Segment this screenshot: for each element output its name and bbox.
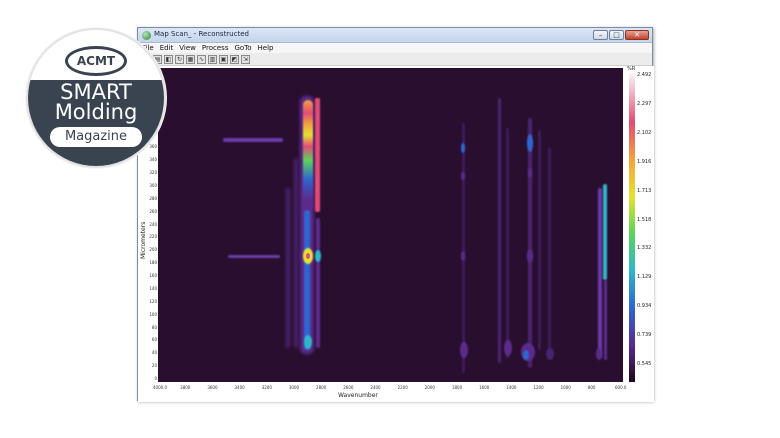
menu-goto[interactable]: GoTo [234,43,251,53]
colorbar-tick-label: 1.129 [637,274,652,281]
x-tick-label: 2000 [424,385,435,390]
map-icon[interactable]: ▦ [186,55,195,64]
colorbar-tick-label: 1.518 [637,216,652,223]
y-tick-label: 100 [149,311,157,317]
overlay-icon[interactable]: ◩ [230,55,239,64]
y-tick-label: 240 [149,221,157,227]
minimize-button[interactable]: – [593,30,608,40]
y-tick-label: 260 [149,208,157,214]
x-tick-label: 3000 [288,385,300,390]
x-tick-label: 4000.0 [153,385,167,390]
maximize-button[interactable]: □ [609,30,624,40]
window-title: Map Scan_ - Reconstructed [154,30,249,38]
colorbar [629,73,635,382]
refresh-icon[interactable]: ↻ [175,55,184,64]
x-tick-label: 2800 [316,385,327,390]
y-tick-label: 280 [149,195,157,201]
colorbar-tick-label: 2.492 [637,72,652,78]
toolbar: ▭ ▤ ◧ ↻ ▦ ∿ ▥ ▣ ◩ ⇲ [138,53,652,66]
x-tick-label: 2200 [397,385,408,390]
y-tick-label: 220 [149,234,157,240]
colorbar-tick-label: 2.297 [637,100,652,107]
y-tick-label: 60 [151,337,157,343]
map-image [223,96,607,373]
colorbar-tick-label: 1.916 [637,158,652,165]
y-tick-label: 20 [151,363,157,369]
x-axis-label: Wavenumber [338,392,378,399]
y-tick-label: 0 [154,376,157,381]
x-tick-label: 1200 [533,385,544,390]
y-tick-label: 320 [149,170,157,176]
acmt-smart-molding-badge: ACMT SMART Molding Magazine [26,28,166,168]
x-tick-label: 2400 [370,385,381,390]
x-tick-label: 800 [587,385,596,390]
x-tick-label: 1400 [506,385,517,390]
x-tick-label: 1600 [479,385,490,390]
y-tick-label: 300 [149,182,157,188]
histogram-icon[interactable]: ▥ [208,55,217,64]
menu-view[interactable]: View [179,43,196,53]
title-bar[interactable]: Map Scan_ - Reconstructed – □ ✕ [138,28,652,43]
close-button[interactable]: ✕ [625,30,649,40]
x-tick-label: 3800 [180,385,191,390]
y-tick-label: 80 [151,324,157,330]
plot-frame: Micrometers 4604404204003803603403203002… [138,66,654,402]
x-tick-label: 3400 [234,385,245,390]
menu-bar: File Edit View Process GoTo Help [138,43,652,53]
y-tick-label: 180 [149,260,157,266]
y-tick-label: 40 [151,350,157,356]
y-tick-label: 120 [149,298,157,304]
y-tick-label: 140 [149,285,157,291]
view-icon[interactable]: ◧ [164,55,173,64]
spectrum-icon[interactable]: ∿ [197,55,206,64]
x-tick-label: 600.0 [615,385,627,390]
colorbar-tick-label: 1.713 [637,187,652,194]
badge-molding-text: Molding [54,100,138,124]
menu-process[interactable]: Process [202,43,229,53]
x-tick-label: 2600 [343,385,354,390]
badge-magazine-text: Magazine [64,129,128,144]
chemical-map[interactable] [158,68,623,382]
y-tick-label: 200 [149,247,157,253]
colorbar-tick-label: 0.545 [637,361,652,367]
x-tick-label: 1800 [451,385,463,390]
x-tick-label: 3200 [261,385,272,390]
colorbar-tick-label: 0.739 [637,332,652,339]
map-scan-window: Map Scan_ - Reconstructed – □ ✕ File Edi… [137,27,654,402]
colorbar-tick-label: 0.934 [637,303,652,310]
menu-help[interactable]: Help [258,43,274,53]
export-icon[interactable]: ⇲ [241,55,250,64]
colorbar-tick-label: 2.102 [637,129,652,136]
window-controls: – □ ✕ [593,30,649,40]
table-icon[interactable]: ▣ [219,55,228,64]
x-tick-label: 1000 [560,385,571,390]
menu-edit[interactable]: Edit [160,43,174,53]
app-icon [142,31,151,40]
colorbar-unit: %R [627,66,636,72]
y-tick-label: 160 [149,273,157,279]
acmt-logo: ACMT [65,46,127,76]
colorbar-tick-label: 1.332 [637,245,652,252]
x-tick-label: 3600 [207,385,218,390]
